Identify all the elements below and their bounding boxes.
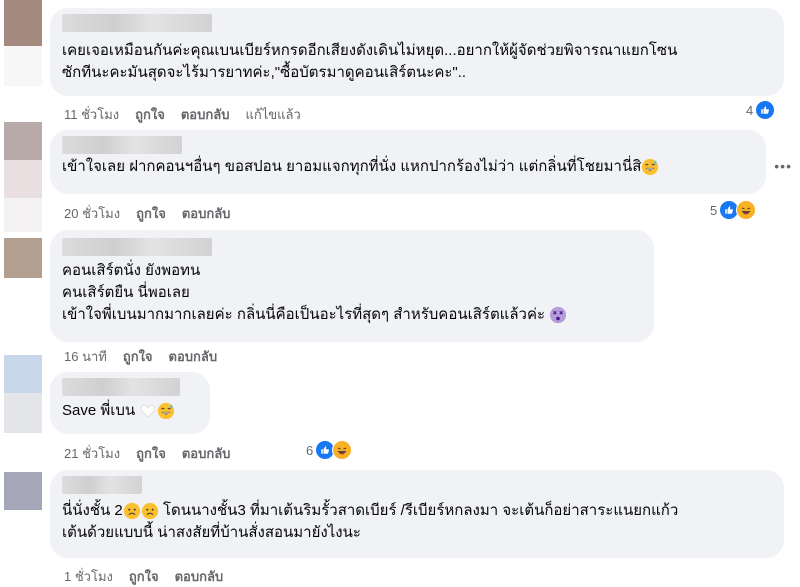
avatar[interactable]	[4, 238, 42, 278]
reaction-summary[interactable]: 5	[710, 200, 757, 220]
comment-time[interactable]: 20 ชั่วโมง	[64, 203, 120, 224]
comment-bubble: เข้าใจเลย ฝากคอนฯอื่นๆ ขอสปอน ยาอมแจกทุก…	[50, 130, 766, 194]
reaction-count: 6	[306, 442, 314, 458]
comment-text: คอนเสิร์ตนั่ง ยังพอทน คนเสิร์ตยืน นี่พอเ…	[62, 260, 642, 326]
grinning-sweat-emoji	[157, 402, 175, 420]
avatar[interactable]	[4, 472, 42, 510]
comment-bubble: นี่นั่งชั้น 2 โดนนางชั้น3 ที่มาเต้นริมรั…	[50, 470, 784, 558]
avatar-shadow	[4, 160, 42, 232]
white-heart-emoji	[141, 405, 156, 418]
comment-actions: 16 นาที ถูกใจ ตอบกลับ	[64, 346, 217, 367]
reply-button[interactable]: ตอบกลับ	[182, 443, 231, 464]
reply-button[interactable]: ตอบกลับ	[181, 104, 230, 125]
comment-actions: 21 ชั่วโมง ถูกใจ ตอบกลับ	[64, 443, 230, 464]
comment-text: เข้าใจเลย ฝากคอนฯอื่นๆ ขอสปอน ยาอมแจกทุก…	[62, 156, 754, 178]
like-icon	[755, 100, 776, 120]
grinning-sweat-emoji	[641, 158, 659, 176]
comment-time[interactable]: 16 นาที	[64, 346, 107, 367]
haha-icon	[332, 440, 353, 460]
comment-bubble: Save พี่เบน	[50, 372, 210, 434]
commenter-name[interactable]	[62, 14, 212, 32]
reaction-count: 5	[710, 202, 718, 218]
like-button[interactable]: ถูกใจ	[135, 104, 165, 125]
reaction-summary[interactable]: 6	[306, 440, 353, 460]
avatar[interactable]	[4, 0, 42, 46]
avatar-shadow	[4, 393, 42, 433]
worried-face-emoji	[123, 502, 140, 520]
more-options-icon[interactable]: •••	[774, 158, 792, 174]
comment-bubble: เคยเจอเหมือนกันค่ะคุณเบนเบียร์หกรดอีกเสี…	[50, 8, 784, 96]
commenter-name[interactable]	[62, 378, 180, 396]
reaction-count: 4	[746, 102, 754, 118]
comment-text: เคยเจอเหมือนกันค่ะคุณเบนเบียร์หกรดอีกเสี…	[62, 42, 678, 81]
comment-text: Save พี่เบน	[62, 400, 198, 422]
like-button[interactable]: ถูกใจ	[136, 443, 166, 464]
commenter-name[interactable]	[62, 476, 142, 494]
comment-actions: 20 ชั่วโมง ถูกใจ ตอบกลับ	[64, 203, 230, 224]
avatar[interactable]	[4, 122, 42, 160]
comment-time[interactable]: 21 ชั่วโมง	[64, 443, 120, 464]
reaction-summary[interactable]: 4	[746, 100, 776, 120]
worried-face-emoji	[141, 502, 158, 520]
commenter-name[interactable]	[62, 136, 182, 154]
reply-button[interactable]: ตอบกลับ	[169, 346, 218, 367]
avatar[interactable]	[4, 355, 42, 393]
comment-actions: 11 ชั่วโมง ถูกใจ ตอบกลับ แก้ไขแล้ว	[64, 104, 301, 125]
edited-label[interactable]: แก้ไขแล้ว	[245, 104, 300, 125]
comment-bubble: คอนเสิร์ตนั่ง ยังพอทน คนเสิร์ตยืน นี่พอเ…	[50, 230, 654, 342]
commenter-name[interactable]	[62, 238, 212, 256]
dizzy-face-emoji	[550, 306, 567, 324]
haha-icon	[736, 200, 757, 220]
reply-button[interactable]: ตอบกลับ	[182, 203, 231, 224]
comment-time[interactable]: 11 ชั่วโมง	[64, 104, 119, 125]
like-button[interactable]: ถูกใจ	[123, 346, 153, 367]
like-button[interactable]: ถูกใจ	[136, 203, 166, 224]
comment-text: นี่นั่งชั้น 2 โดนนางชั้น3 ที่มาเต้นริมรั…	[62, 502, 679, 541]
avatar-shadow	[4, 46, 42, 86]
